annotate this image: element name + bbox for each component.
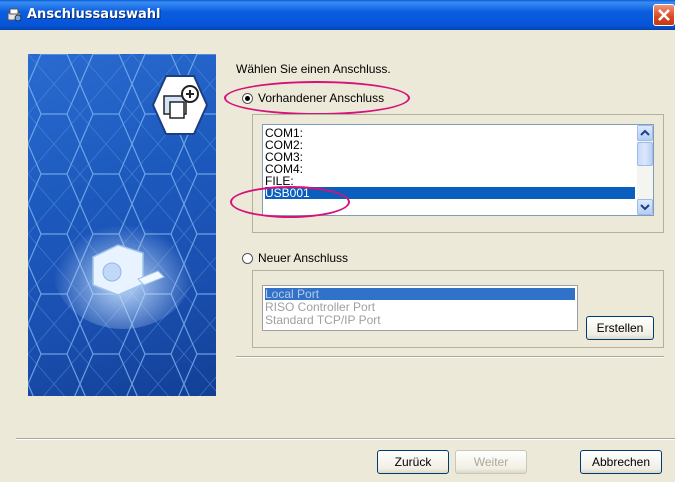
new-port-label: Neuer Anschluss [258,251,349,265]
back-button[interactable]: Zurück [377,450,449,474]
list-item[interactable]: Standard TCP/IP Port [265,314,381,326]
cancel-button[interactable]: Abbrechen [580,450,662,474]
close-button[interactable] [653,4,675,26]
chevron-up-icon [640,129,650,136]
port-list-scrollbar[interactable] [637,125,653,215]
highlight-ellipse [230,186,350,218]
list-item[interactable]: RISO Controller Port [265,301,375,313]
scroll-up-button[interactable] [637,125,653,141]
title-bar: Anschlussauswahl [0,0,675,30]
wizard-side-image [28,54,216,396]
scroll-down-button[interactable] [637,199,653,215]
close-icon [658,9,670,21]
port-type-listbox[interactable]: Local Port RISO Controller Port Standard… [262,285,578,331]
highlight-ellipse [224,81,410,115]
scroll-thumb[interactable] [637,142,653,166]
window-title: Anschlussauswahl [27,7,161,22]
list-item-selected[interactable]: Local Port [265,288,575,300]
prompt-text: Wählen Sie einen Anschluss. [236,62,391,76]
divider [236,356,664,358]
printer-settings-icon [7,8,22,22]
usb-device-icon [92,244,165,296]
create-button[interactable]: Erstellen [586,316,654,340]
next-button[interactable]: Weiter [455,450,527,474]
new-port-radio[interactable] [242,253,253,264]
monitor-network-icon [152,75,208,135]
divider [16,438,675,440]
chevron-down-icon [640,204,650,211]
